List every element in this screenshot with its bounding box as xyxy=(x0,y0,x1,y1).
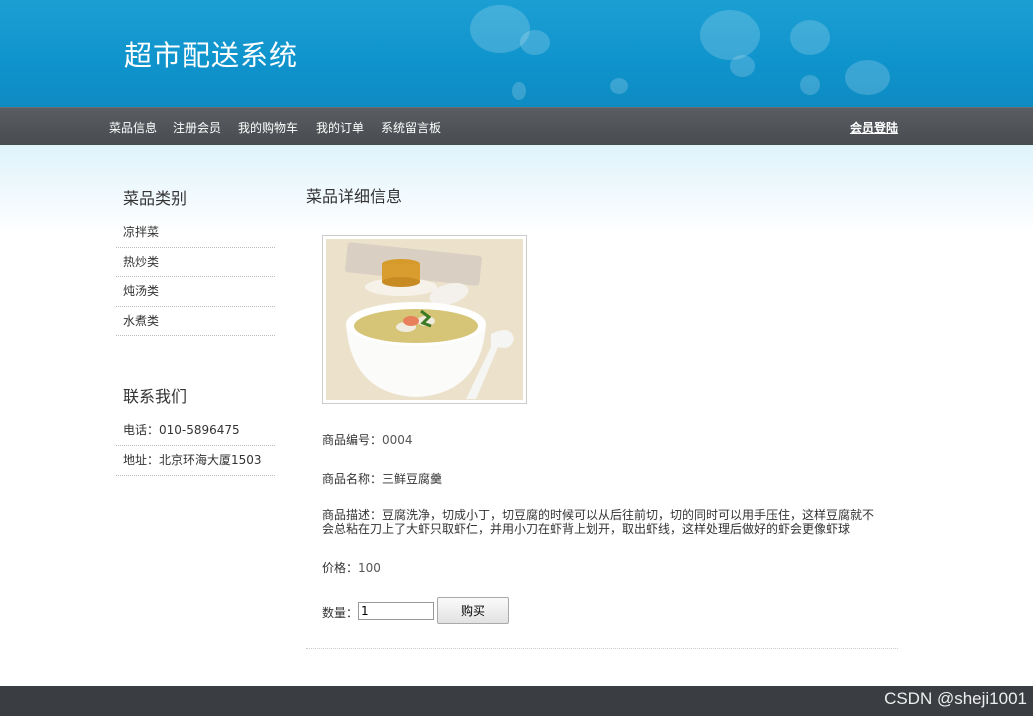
main-divider xyxy=(306,648,898,649)
banner-splash xyxy=(520,30,550,55)
category-item-stirfry[interactable]: 热炒类 xyxy=(116,248,275,277)
category-list: 凉拌菜 热炒类 炖汤类 水煮类 xyxy=(116,218,275,336)
contact-address: 地址：北京环海大厦1503 xyxy=(116,446,275,476)
product-name-label: 商品名称： xyxy=(322,472,383,486)
category-item-soup[interactable]: 炖汤类 xyxy=(116,277,275,307)
nav-item-orders[interactable]: 我的订单 xyxy=(316,119,364,136)
contact-phone: 电话：010-5896475 xyxy=(116,416,275,446)
product-image-frame xyxy=(322,235,527,404)
product-id-value: 0004 xyxy=(382,433,413,447)
category-item-cold[interactable]: 凉拌菜 xyxy=(116,218,275,248)
footer: CSDN @sheji1001 xyxy=(0,686,1033,716)
price-value: 100 xyxy=(358,561,381,575)
price-label: 价格： xyxy=(322,561,359,575)
banner-splash xyxy=(730,55,755,77)
product-name-row: 商品名称：三鲜豆腐羹 xyxy=(322,470,442,487)
watermark-text: CSDN @sheji1001 xyxy=(884,689,1027,708)
site-title: 超市配送系统 xyxy=(124,39,299,72)
banner-splash xyxy=(700,10,760,60)
contact-list: 电话：010-5896475 地址：北京环海大厦1503 xyxy=(116,416,275,476)
nav-item-message-board[interactable]: 系统留言板 xyxy=(381,119,441,136)
nav-item-cart[interactable]: 我的购物车 xyxy=(238,119,298,136)
product-id-label: 商品编号： xyxy=(322,433,383,447)
price-row: 价格：100 xyxy=(322,559,381,576)
banner-splash xyxy=(790,20,830,55)
product-id-row: 商品编号：0004 xyxy=(322,431,413,448)
buy-button[interactable]: 购买 xyxy=(437,597,509,624)
category-item-boiled[interactable]: 水煮类 xyxy=(116,307,275,336)
nav-login-link[interactable]: 会员登陆 xyxy=(850,119,898,136)
product-description-value: 豆腐洗净，切成小丁，切豆腐的时候可以从后往前切，切的同时可以用手压住，这样豆腐就… xyxy=(322,508,875,536)
quantity-label: 数量： xyxy=(322,606,359,620)
quantity-input[interactable] xyxy=(358,602,434,620)
banner-splash xyxy=(845,60,890,95)
header-banner: 超市配送系统 xyxy=(0,0,1033,107)
soup-bowl-illustration xyxy=(326,239,523,400)
product-name-value: 三鲜豆腐羹 xyxy=(382,472,443,486)
banner-splash xyxy=(512,82,526,100)
category-heading: 菜品类别 xyxy=(123,189,188,208)
product-description-row: 商品描述：豆腐洗净，切成小丁，切豆腐的时候可以从后往前切，切的同时可以用手压住，… xyxy=(322,508,882,536)
top-navbar: 菜品信息 注册会员 我的购物车 我的订单 系统留言板 会员登陆 xyxy=(0,107,1033,145)
main-heading: 菜品详细信息 xyxy=(306,187,403,206)
banner-splash xyxy=(800,75,820,95)
nav-item-register[interactable]: 注册会员 xyxy=(173,119,221,136)
contact-heading: 联系我们 xyxy=(123,387,188,406)
product-image xyxy=(326,239,523,400)
product-description-label: 商品描述： xyxy=(322,508,383,522)
banner-splash xyxy=(610,78,628,94)
nav-item-dishes[interactable]: 菜品信息 xyxy=(109,119,157,136)
